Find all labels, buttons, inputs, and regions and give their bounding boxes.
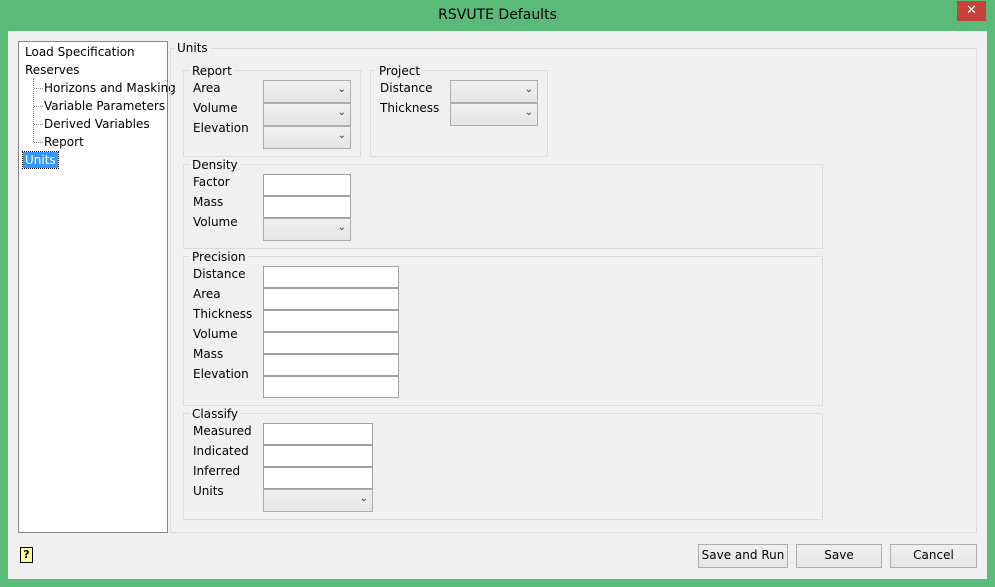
classify-indicated-label: Indicated <box>193 444 249 458</box>
precision-thickness-label: Thickness <box>193 307 253 321</box>
tree-item-report[interactable]: Report <box>44 135 84 149</box>
classify-units-select[interactable]: ⌄ <box>263 489 373 512</box>
precision-area-label: Area <box>193 287 221 301</box>
classify-inferred-label: Inferred <box>193 464 241 478</box>
report-area-select[interactable]: ⌄ <box>263 80 351 103</box>
tree-item-horizons-and-masking[interactable]: Horizons and Masking <box>44 81 176 95</box>
precision-group-title: Precision <box>190 250 248 264</box>
precision-elevation-label: Elevation <box>193 367 249 381</box>
chevron-down-icon: ⌄ <box>359 493 368 504</box>
chevron-down-icon: ⌄ <box>337 84 346 95</box>
project-thickness-select[interactable]: ⌄ <box>450 103 538 126</box>
density-volume-select[interactable]: ⌄ <box>263 218 351 241</box>
save-and-run-button[interactable]: Save and Run <box>698 544 788 568</box>
tree-item-derived-variables[interactable]: Derived Variables <box>44 117 150 131</box>
precision-distance-label: Distance <box>193 267 246 281</box>
precision-elevation-input[interactable] <box>263 376 399 398</box>
tree-item-load-specification[interactable]: Load Specification <box>25 45 135 59</box>
project-thickness-label: Thickness <box>380 101 440 115</box>
classify-group-title: Classify <box>190 407 241 421</box>
tree-item-units[interactable]: Units <box>22 151 59 169</box>
report-group-title: Report <box>190 64 234 78</box>
classify-indicated-input[interactable] <box>263 445 373 467</box>
chevron-down-icon: ⌄ <box>524 107 533 118</box>
chevron-down-icon: ⌄ <box>337 130 346 141</box>
project-distance-select[interactable]: ⌄ <box>450 80 538 103</box>
density-group-title: Density <box>190 158 240 172</box>
precision-mass-input[interactable] <box>263 354 399 376</box>
tree-item-reserves[interactable]: Reserves <box>25 63 80 77</box>
precision-mass-label: Mass <box>193 347 224 361</box>
classify-units-label: Units <box>193 484 224 498</box>
help-icon[interactable]: ? <box>20 547 33 563</box>
project-group-title: Project <box>377 64 423 78</box>
report-area-label: Area <box>193 81 221 95</box>
cancel-button[interactable]: Cancel <box>890 544 977 568</box>
precision-volume-input[interactable] <box>263 332 399 354</box>
report-volume-select[interactable]: ⌄ <box>263 103 351 126</box>
save-button[interactable]: Save <box>796 544 882 568</box>
precision-thickness-input[interactable] <box>263 310 399 332</box>
chevron-down-icon: ⌄ <box>524 84 533 95</box>
chevron-down-icon: ⌄ <box>337 107 346 118</box>
report-elevation-select[interactable]: ⌄ <box>263 126 351 149</box>
precision-area-input[interactable] <box>263 288 399 310</box>
close-button[interactable]: ✕ <box>957 1 986 21</box>
density-factor-label: Factor <box>193 175 230 189</box>
density-factor-input[interactable] <box>263 174 351 196</box>
tree-item-variable-parameters[interactable]: Variable Parameters <box>44 99 165 113</box>
density-mass-label: Mass <box>193 195 224 209</box>
units-group-title: Units <box>175 41 210 55</box>
navigation-tree[interactable]: Load Specification Reserves Horizons and… <box>18 41 176 533</box>
density-mass-input[interactable] <box>263 196 351 218</box>
project-distance-label: Distance <box>380 81 433 95</box>
report-elevation-label: Elevation <box>193 121 249 135</box>
report-volume-label: Volume <box>193 101 238 115</box>
chevron-down-icon: ⌄ <box>337 222 346 233</box>
precision-volume-label: Volume <box>193 327 238 341</box>
classify-inferred-input[interactable] <box>263 467 373 489</box>
window-title: RSVUTE Defaults <box>438 7 557 23</box>
classify-measured-input[interactable] <box>263 423 373 445</box>
precision-distance-input[interactable] <box>263 266 399 288</box>
density-volume-label: Volume <box>193 215 238 229</box>
classify-measured-label: Measured <box>193 424 252 438</box>
